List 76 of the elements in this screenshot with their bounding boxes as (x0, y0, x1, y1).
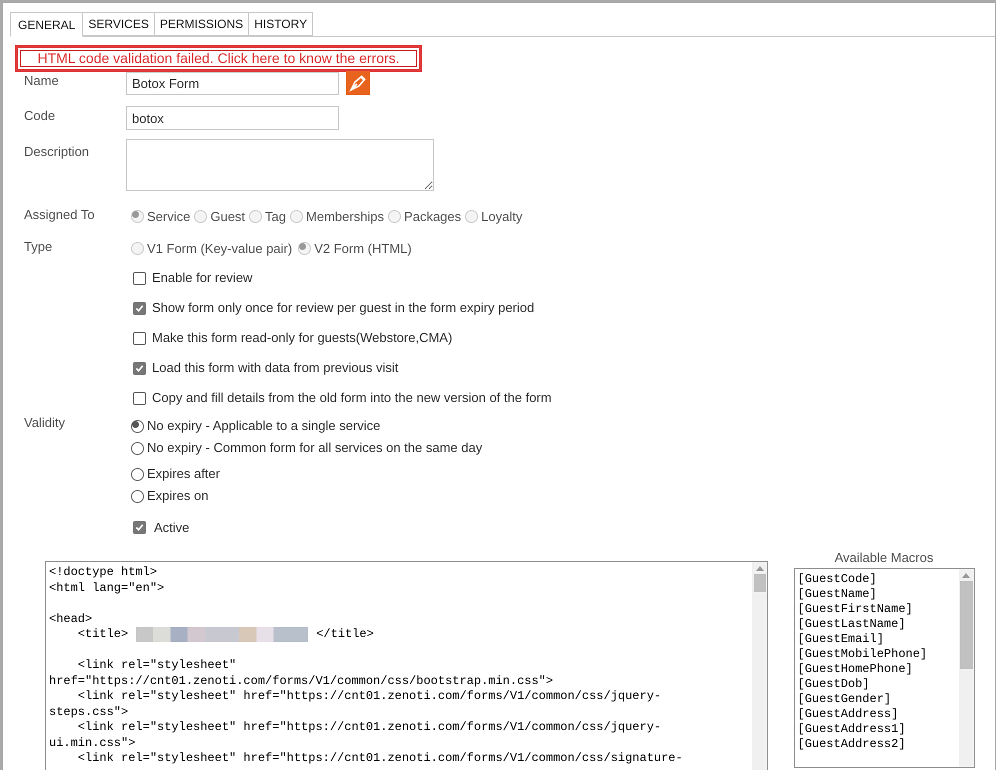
macro-item[interactable]: [GuestAddress1] (798, 722, 956, 737)
code-line: <html lang="en"> (49, 580, 164, 594)
macros-title: Available Macros (834, 549, 934, 567)
code-line: steps.css"> (49, 704, 128, 718)
macro-item[interactable]: [GuestName] (798, 587, 956, 602)
macro-item[interactable]: [GuestEmail] (798, 632, 956, 647)
field-label: Description (24, 143, 90, 161)
option-label: Packages (404, 208, 462, 226)
pen-nib-icon[interactable] (346, 71, 370, 95)
macro-item[interactable]: [GuestHomePhone] (798, 662, 956, 677)
code-editor[interactable] (45, 561, 768, 770)
code-line: ui.min.css"> (49, 736, 136, 750)
code-line: <link rel="stylesheet" href="https://cnt01.zenoti.com/forms/V1/common/css/signature- (76, 751, 683, 765)
checkbox[interactable] (133, 302, 146, 314)
scroll-up-icon[interactable] (756, 566, 764, 571)
scrollbar[interactable] (958, 569, 974, 767)
option-label: Loyalty (481, 208, 522, 226)
macros-list[interactable]: [GuestCode] [GuestName] [GuestFirstName] [GuestLastName] [GuestEmail] [GuestMobilePhone] [GuestHomePhone] [GuestDob] [GuestGender] [GuestAddress] [GuestAddress1] [GuestAddress2] (794, 568, 974, 768)
option-label: V1 Form (Key-value pair) (147, 240, 292, 258)
option-label: Guest (210, 208, 246, 226)
tab[interactable]: HISTORY (249, 12, 314, 36)
checkbox-label: Make this form read-only for guests(Webstore,CMA) (152, 329, 452, 348)
macro-item[interactable]: [GuestDob] (798, 677, 956, 692)
code-line: <link rel="stylesheet" href="https://cnt01.zenoti.com/forms/V1/common/css/jquery- (76, 689, 662, 703)
macro-item[interactable]: [GuestLastName] (798, 617, 956, 632)
tab[interactable]: SERVICES (83, 12, 155, 36)
option-label: Expires on (147, 487, 208, 506)
scrollbar[interactable] (752, 562, 767, 770)
radio-button[interactable] (131, 490, 144, 502)
macro-item[interactable]: [GuestAddress] (798, 707, 956, 722)
macro-item[interactable]: [GuestGender] (798, 692, 956, 707)
code-line: <title> (76, 627, 128, 642)
error-banner[interactable]: HTML code validation failed. Click here to know the errors. (20, 50, 417, 67)
option-label: V2 Form (HTML) (314, 240, 412, 258)
code-line: </title> (316, 627, 374, 642)
macro-item[interactable]: [GuestMobilePhone] (798, 647, 956, 662)
option-label: Tag (265, 208, 286, 226)
option-label: Memberships (306, 208, 384, 226)
field-label: Assigned To (24, 206, 96, 224)
field-label: Validity (24, 414, 66, 432)
checkbox-label: Copy and fill details from the old form into the new version of the form (152, 389, 552, 408)
description-field[interactable] (126, 139, 434, 191)
option-label: No expiry - Applicable to a single service (147, 417, 380, 436)
option-label: Service (147, 208, 190, 226)
code-line: <head> (49, 612, 92, 626)
checkbox[interactable] (133, 272, 146, 284)
code-field[interactable]: botox (126, 106, 339, 130)
macro-item[interactable]: [GuestCode] (798, 572, 956, 587)
radio-button[interactable] (131, 420, 144, 432)
field-label: Type (24, 238, 54, 256)
code-line: href="https://cnt01.zenoti.com/forms/V1/common/css/bootstrap.min.css"> (49, 674, 554, 688)
field-label: Code (24, 107, 56, 125)
checkbox[interactable] (133, 332, 146, 344)
radio-button[interactable] (131, 442, 144, 454)
code-line: <!doctype html> (49, 565, 158, 579)
tab[interactable]: GENERAL (10, 12, 84, 37)
option-label: No expiry - Common form for all services on the same day (147, 439, 482, 458)
checkbox-label: Enable for review (152, 269, 252, 288)
scroll-up-icon[interactable] (962, 573, 970, 578)
checkbox[interactable] (133, 362, 146, 374)
code-line: <link rel="stylesheet" (76, 658, 236, 672)
option-label: Expires after (147, 465, 220, 484)
checkbox-label: Show form only once for review per guest in the form expiry period (152, 299, 534, 318)
tab[interactable]: PERMISSIONS (154, 12, 250, 36)
scrollbar-thumb[interactable] (754, 574, 766, 592)
scrollbar-thumb[interactable] (960, 581, 972, 669)
field-label: Name (24, 72, 60, 90)
checkbox-label: Active (154, 519, 190, 537)
checkbox[interactable] (133, 392, 146, 404)
macro-item[interactable]: [GuestFirstName] (798, 602, 956, 617)
name-field[interactable]: Botox Form (126, 72, 339, 95)
radio-button[interactable] (131, 468, 144, 480)
checkbox[interactable] (133, 521, 146, 534)
checkbox-label: Load this form with data from previous visit (152, 359, 398, 378)
macro-item[interactable]: [GuestAddress2] (798, 737, 956, 752)
code-line: <link rel="stylesheet" href="https://cnt01.zenoti.com/forms/V1/common/css/jquery- (76, 720, 662, 734)
